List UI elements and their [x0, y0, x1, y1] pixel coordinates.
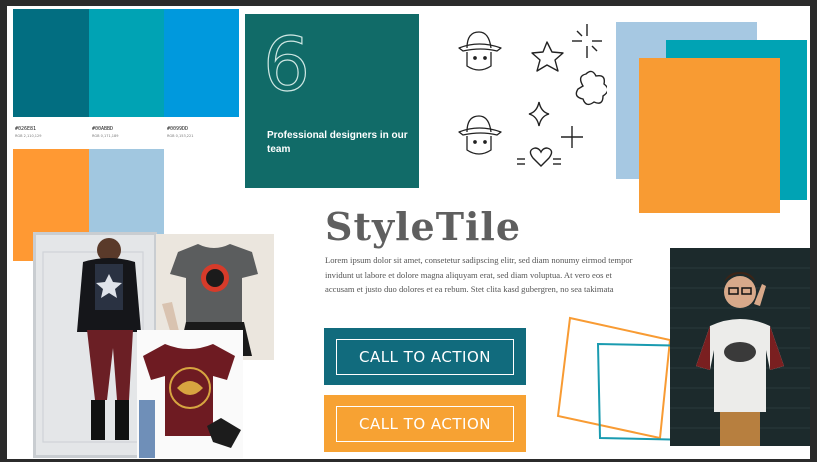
swatch-2-hex: #00ABBD	[92, 126, 114, 132]
star-icon	[531, 41, 564, 72]
cta-secondary-label: CALL TO ACTION	[336, 405, 514, 442]
brand-title: StyleTile	[325, 204, 522, 249]
swatch-1-detail: RGB 2,110,129	[15, 134, 42, 138]
cta-primary-button[interactable]: CALL TO ACTION	[324, 328, 526, 385]
hat-character-icon	[458, 115, 502, 155]
photo-maroon-shirt	[137, 330, 243, 458]
flower-icon	[575, 70, 607, 106]
swatch-1	[13, 9, 89, 117]
orange-outline-square	[556, 316, 672, 440]
body-copy: Lorem ipsum dolor sit amet, consetetur s…	[325, 255, 633, 294]
swatch-3-hex: #0099DD	[167, 126, 189, 132]
cta-secondary-button[interactable]: CALL TO ACTION	[324, 395, 526, 452]
sparkle-icon	[561, 126, 583, 148]
swatch-2	[89, 9, 164, 117]
heart-icon	[517, 147, 561, 167]
stat-card: 6 Professional designers in our team	[245, 14, 419, 188]
cta-primary-label: CALL TO ACTION	[336, 338, 514, 375]
sparkle-icon	[528, 101, 550, 127]
photo-model-raglan	[670, 248, 810, 446]
stat-caption: Professional designers in our team	[267, 130, 408, 155]
swatch-2-detail: RGB 0,171,189	[92, 134, 119, 138]
sparkle-icon	[572, 24, 602, 58]
swatch-3-detail: RGB 0,153,221	[167, 134, 194, 138]
orange-square	[639, 58, 780, 213]
style-tile-canvas: #026E81 RGB 2,110,129 #00ABBD RGB 0,171,…	[7, 6, 810, 459]
doodle-icons	[458, 24, 607, 167]
stat-number: 6	[262, 22, 311, 108]
swatch-1-hex: #026E81	[15, 126, 37, 132]
swatch-3	[164, 9, 239, 117]
hat-character-icon	[458, 31, 502, 71]
